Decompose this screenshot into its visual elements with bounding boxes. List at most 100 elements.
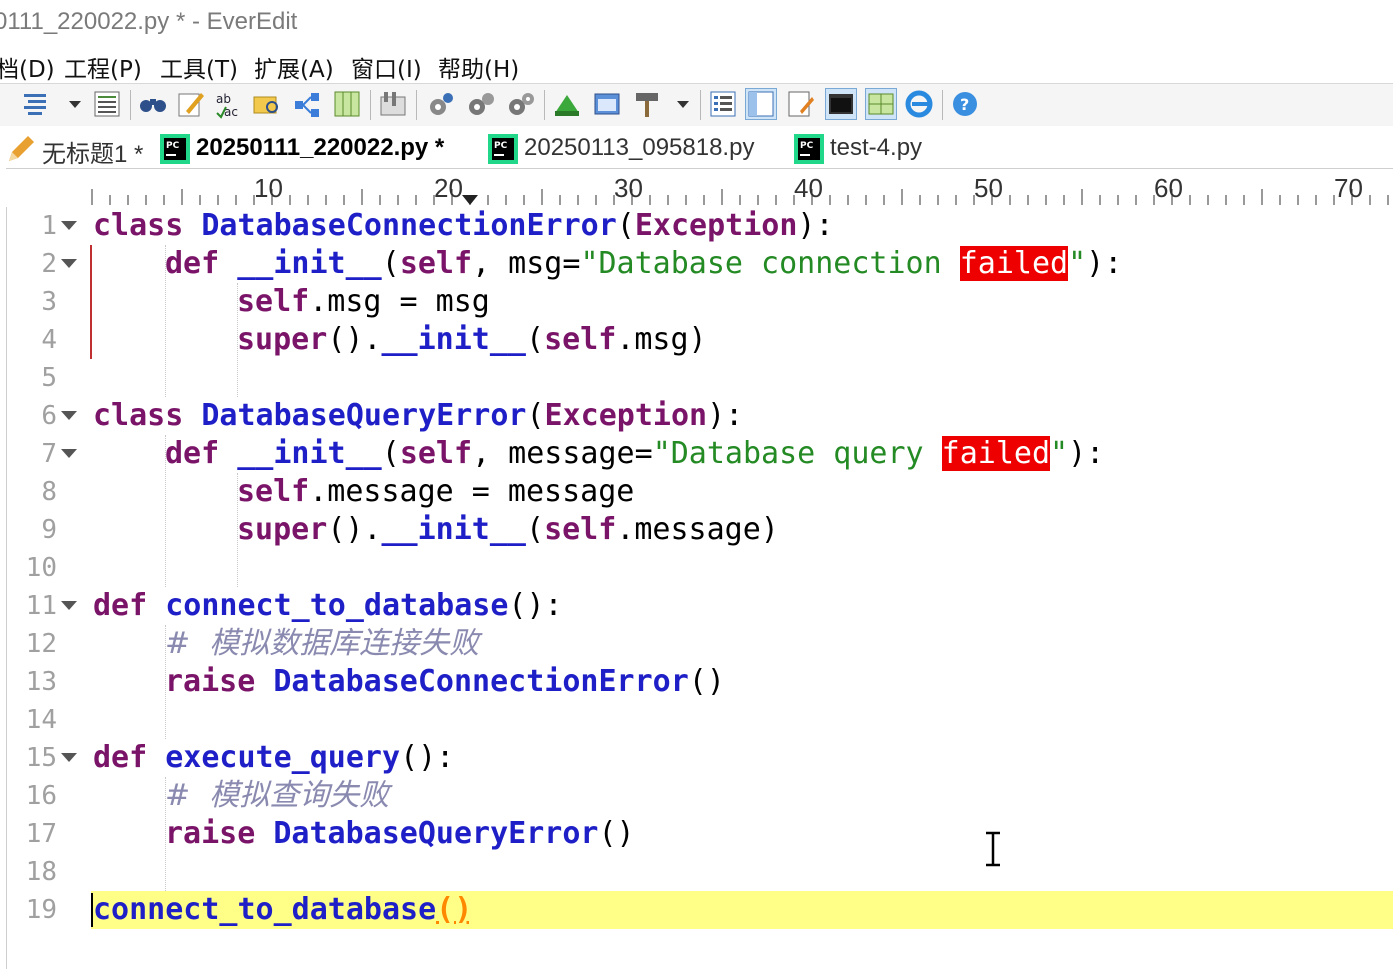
columns-icon[interactable] (332, 89, 362, 119)
code-line[interactable]: 7 def __init__(self, message="Database q… (7, 435, 1393, 473)
code-line[interactable]: 9 super().__init__(self.message) (7, 511, 1393, 549)
dropdown-icon[interactable] (60, 89, 81, 119)
ruler-label-30: 30 (614, 173, 643, 203)
code-text: def connect_to_database(): (93, 588, 563, 623)
code-line[interactable]: 13 raise DatabaseConnectionError() (7, 663, 1393, 701)
panel-icon[interactable] (745, 88, 777, 120)
toolbar-separator (370, 90, 371, 120)
code-text: super().__init__(self.message) (237, 512, 779, 547)
list-icon[interactable] (92, 89, 122, 119)
fold-toggle-icon[interactable] (61, 411, 77, 420)
edit-icon[interactable] (176, 89, 206, 119)
line-number: 3 (41, 287, 57, 317)
pycharm-icon: PC (794, 134, 824, 171)
fold-toggle-icon[interactable] (61, 449, 77, 458)
menu-extensions[interactable]: 扩展(A) (254, 50, 334, 84)
menu-window[interactable]: 窗口(I) (351, 50, 422, 84)
dropdown-icon[interactable] (668, 89, 689, 119)
settings-icon[interactable] (426, 89, 456, 119)
tab-untitled[interactable]: 无标题1 * (6, 128, 143, 168)
outline-icon[interactable] (708, 89, 738, 119)
ibeam-cursor-icon (986, 831, 1000, 867)
code-comment: # 模拟查询失败 (165, 778, 390, 813)
grid-icon[interactable] (865, 88, 897, 120)
menu-project[interactable]: 工程(P) (64, 50, 142, 84)
line-number: 19 (25, 895, 57, 925)
code-line[interactable]: 12 # 模拟数据库连接失败 (7, 625, 1393, 663)
code-text: raise DatabaseConnectionError() (165, 664, 725, 699)
code-line[interactable]: 3 self.msg = msg (7, 283, 1393, 321)
format-icon[interactable] (22, 89, 52, 119)
matched-brackets: () (436, 892, 473, 927)
code-line[interactable]: 18 (7, 853, 1393, 891)
current-code-line[interactable]: 19 connect_to_database() (7, 891, 1393, 929)
toolbar-separator (544, 90, 545, 120)
ruler-icon[interactable] (378, 89, 408, 119)
tab-20250111-220022[interactable]: PC 20250111_220022.py * (160, 128, 445, 166)
line-number: 4 (41, 325, 57, 355)
code-line[interactable]: 15 def execute_query(): (7, 739, 1393, 777)
code-editor[interactable]: 1 class DatabaseConnectionError(Exceptio… (6, 207, 1393, 969)
toolbar-separator (700, 90, 701, 120)
window-icon[interactable] (592, 89, 622, 119)
code-line[interactable]: 1 class DatabaseConnectionError(Exceptio… (7, 207, 1393, 245)
share-icon[interactable] (292, 89, 322, 119)
line-number: 17 (25, 819, 57, 849)
pycharm-icon: PC (160, 134, 190, 171)
line-number: 13 (25, 667, 57, 697)
code-line[interactable]: 8 self.message = message (7, 473, 1393, 511)
tab-label: 20250113_095818.py (524, 134, 755, 161)
line-number: 15 (25, 743, 57, 773)
code-line[interactable]: 6 class DatabaseQueryError(Exception): (7, 397, 1393, 435)
ruler-label-70: 70 (1334, 173, 1363, 203)
code-text: def __init__(self, msg="Database connect… (165, 246, 1123, 281)
line-number: 14 (25, 705, 57, 735)
line-number: 18 (25, 857, 57, 887)
gears2-icon[interactable] (506, 89, 536, 119)
code-line[interactable]: 5 (7, 359, 1393, 397)
tab-test-4[interactable]: PC test-4.py (794, 128, 922, 166)
tab-20250113-095818[interactable]: PC 20250113_095818.py (488, 128, 754, 166)
svg-text:PC: PC (494, 141, 508, 151)
line-number: 2 (41, 249, 57, 279)
menu-tools[interactable]: 工具(T) (160, 50, 238, 84)
line-number: 1 (41, 211, 57, 241)
green-arrow-icon[interactable] (552, 89, 582, 119)
line-number: 7 (41, 439, 57, 469)
tab-bar: 无标题1 * PC 20250111_220022.py * PC 202501… (0, 126, 1393, 168)
code-line[interactable]: 14 (7, 701, 1393, 739)
code-text: connect_to_database() (93, 892, 473, 927)
ruler-label-40: 40 (794, 173, 823, 203)
console-icon[interactable] (825, 88, 857, 120)
menu-document[interactable]: 档(D) (0, 50, 55, 84)
toolbar-separator (130, 90, 131, 120)
notes-icon[interactable] (786, 89, 816, 119)
code-line[interactable]: 4 super().__init__(self.msg) (7, 321, 1393, 359)
code-line[interactable]: 11 def connect_to_database(): (7, 587, 1393, 625)
toolbar-separator (942, 90, 943, 120)
tab-label: 20250111_220022.py * (196, 134, 445, 161)
column-ruler: 10 20 30 40 50 60 70 (6, 168, 1393, 208)
ruler-ticks (91, 189, 1389, 205)
toolbar: ab ac ? (0, 83, 1393, 127)
code-line[interactable]: 17 raise DatabaseQueryError() (7, 815, 1393, 853)
fold-toggle-icon[interactable] (61, 601, 77, 610)
help-icon[interactable]: ? (950, 89, 980, 119)
pycharm-icon: PC (488, 134, 518, 171)
text-caret (91, 893, 93, 927)
code-line[interactable]: 16 # 模拟查询失败 (7, 777, 1393, 815)
code-line[interactable]: 2 def __init__(self, msg="Database conne… (7, 245, 1393, 283)
fold-toggle-icon[interactable] (61, 753, 77, 762)
spellcheck-icon[interactable]: ab ac (214, 89, 244, 119)
build-icon[interactable] (632, 89, 662, 119)
code-text: self.msg = msg (237, 284, 490, 319)
find-icon[interactable] (138, 89, 168, 119)
ie-icon[interactable] (904, 89, 934, 119)
menu-help[interactable]: 帮助(H) (438, 50, 519, 84)
code-line[interactable]: 10 (7, 549, 1393, 587)
gears-icon[interactable] (466, 89, 496, 119)
fold-toggle-icon[interactable] (61, 259, 77, 268)
folder-search-icon[interactable] (252, 89, 282, 119)
fold-toggle-icon[interactable] (61, 221, 77, 230)
code-text: class DatabaseConnectionError(Exception)… (93, 208, 834, 243)
